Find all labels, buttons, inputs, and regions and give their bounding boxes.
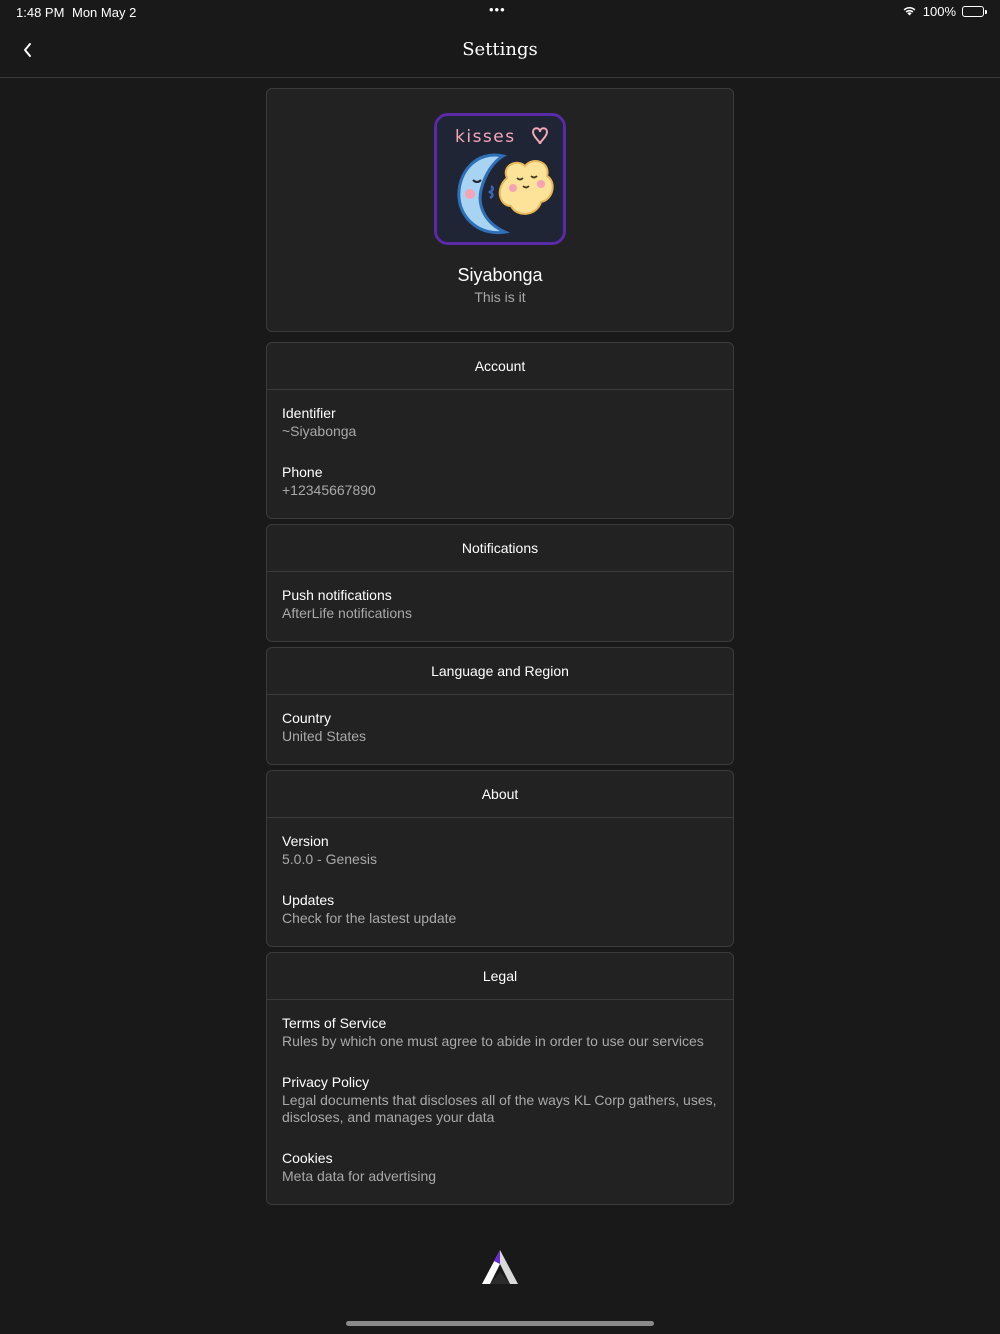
setting-value: AfterLife notifications <box>282 605 412 621</box>
multitasking-dots[interactable]: ••• <box>489 2 506 17</box>
section-header-notifications: Notifications <box>267 525 733 572</box>
status-right: 100% <box>902 4 987 19</box>
profile-card: kisses Siyabonga This is it <box>266 88 734 332</box>
profile-name: Siyabonga <box>457 265 543 285</box>
notifications-section: Notifications Push notifications AfterLi… <box>266 524 734 642</box>
app-logo <box>478 1246 522 1290</box>
setting-value: ~Siyabonga <box>282 423 357 439</box>
page-title: Settings <box>462 39 538 60</box>
avatar[interactable]: kisses <box>434 113 566 245</box>
setting-title: Identifier <box>282 405 336 421</box>
setting-cookies[interactable]: Cookies Meta data for advertising <box>267 1135 733 1204</box>
setting-terms-of-service[interactable]: Terms of Service Rules by which one must… <box>267 1000 733 1059</box>
legal-section: Legal Terms of Service Rules by which on… <box>266 952 734 1205</box>
app-logo-icon <box>482 1250 518 1284</box>
setting-privacy-policy[interactable]: Privacy Policy Legal documents that disc… <box>267 1059 733 1135</box>
language-region-section: Language and Region Country United State… <box>266 647 734 765</box>
section-header-legal: Legal <box>267 953 733 1000</box>
avatar-caption: kisses <box>455 127 516 147</box>
section-header-language: Language and Region <box>267 648 733 695</box>
setting-value: 5.0.0 - Genesis <box>282 851 377 867</box>
section-header-about: About <box>267 771 733 818</box>
setting-title: Version <box>282 833 329 849</box>
setting-title: Phone <box>282 464 323 480</box>
setting-title: Privacy Policy <box>282 1074 370 1090</box>
setting-title: Country <box>282 710 332 726</box>
avatar-moon-illustration: kisses <box>437 116 563 242</box>
account-section: Account Identifier ~Siyabonga Phone +123… <box>266 342 734 519</box>
setting-value: United States <box>282 728 367 744</box>
section-header-account: Account <box>267 343 733 390</box>
nav-bar: Settings <box>0 24 1000 78</box>
setting-title: Cookies <box>282 1150 333 1166</box>
profile-status: This is it <box>474 289 526 305</box>
settings-content: kisses Siyabonga This is it Account Iden… <box>266 88 734 1210</box>
setting-identifier[interactable]: Identifier ~Siyabonga <box>267 390 733 449</box>
setting-push-notifications[interactable]: Push notifications AfterLife notificatio… <box>267 572 733 641</box>
setting-value: Check for the lastest update <box>282 910 457 926</box>
status-date: Mon May 2 <box>72 5 137 20</box>
status-bar: 1:48 PM Mon May 2 ••• 100% <box>0 0 1000 24</box>
about-section: About Version 5.0.0 - Genesis Updates Ch… <box>266 770 734 947</box>
setting-title: Push notifications <box>282 587 392 603</box>
setting-phone[interactable]: Phone +12345667890 <box>267 449 733 518</box>
status-time: 1:48 PM <box>16 5 65 20</box>
setting-value: +12345667890 <box>282 482 376 498</box>
wifi-icon <box>902 4 917 19</box>
setting-value: Meta data for advertising <box>282 1168 437 1184</box>
setting-country[interactable]: Country United States <box>267 695 733 764</box>
setting-title: Updates <box>282 892 335 908</box>
battery-icon <box>962 6 987 17</box>
setting-value: Rules by which one must agree to abide i… <box>282 1033 704 1049</box>
setting-value: Legal documents that discloses all of th… <box>282 1092 717 1125</box>
setting-title: Terms of Service <box>282 1015 387 1031</box>
setting-updates[interactable]: Updates Check for the lastest update <box>267 877 733 946</box>
battery-percent: 100% <box>922 4 956 19</box>
home-indicator[interactable] <box>346 1321 654 1326</box>
setting-version[interactable]: Version 5.0.0 - Genesis <box>267 818 733 877</box>
